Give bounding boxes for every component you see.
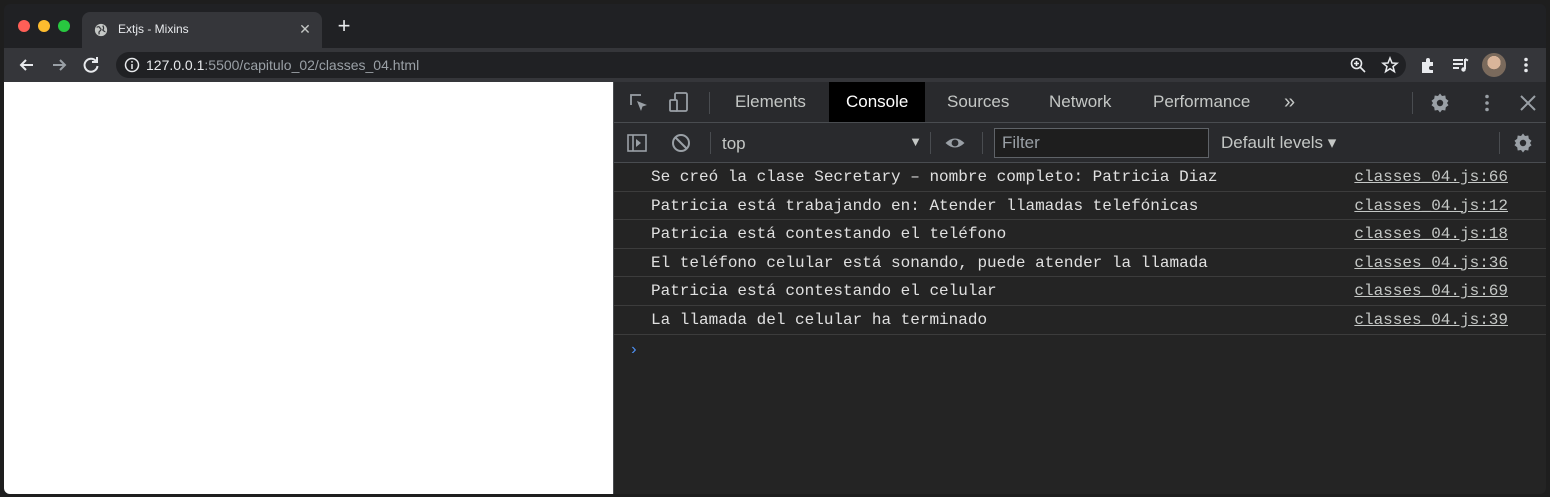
console-filter-input[interactable] [994,128,1209,158]
extensions-icon[interactable] [1418,55,1438,75]
toolbar-divider [1412,92,1413,114]
url-path: :5500/capitulo_02/classes_04.html [204,57,420,73]
clear-console-icon[interactable] [670,132,692,154]
tab-strip: Extjs - Mixins ✕ + [4,4,1546,48]
toolbar-divider [709,92,710,114]
console-message: Patricia está trabajando en: Atender lla… [614,192,1546,221]
console-message-text: Se creó la clase Secretary – nombre comp… [651,168,1218,186]
settings-gear-icon[interactable] [1429,92,1451,114]
browser-tab[interactable]: Extjs - Mixins ✕ [82,12,322,48]
console-message: El teléfono celular está sonando, puede … [614,249,1546,278]
console-message-text: El teléfono celular está sonando, puede … [651,253,1208,272]
tab-console[interactable]: Console [829,82,926,122]
tab-elements[interactable]: Elements [718,82,823,122]
more-tabs-button[interactable]: » [1284,82,1295,122]
close-devtools-icon[interactable] [1517,92,1539,114]
more-vertical-icon[interactable] [1516,55,1536,75]
zoom-icon[interactable] [1349,56,1367,74]
console-input-line[interactable]: › [614,335,1546,365]
toolbar-divider [930,132,931,154]
console-message-text: Patricia está trabajando en: Atender lla… [651,196,1199,215]
back-arrow-icon[interactable] [16,54,38,76]
inspect-element-icon[interactable] [628,92,650,114]
browser-window: Extjs - Mixins ✕ + 127.0.0.1:5500/capitu… [4,4,1546,494]
log-levels-dropdown[interactable]: Default levels ▾ [1221,123,1336,163]
window-close-button[interactable] [18,20,30,32]
profile-avatar[interactable] [1482,53,1506,77]
console-message-source-link[interactable]: classes_04.js:69 [1354,282,1508,300]
context-selector[interactable]: top ▼ [722,130,922,156]
console-message-source-link[interactable]: classes_04.js:18 [1354,225,1508,243]
customize-menu-icon[interactable] [1476,92,1498,114]
browser-toolbar: 127.0.0.1:5500/capitulo_02/classes_04.ht… [4,48,1546,82]
tab-performance[interactable]: Performance [1136,82,1267,122]
url-text: 127.0.0.1:5500/capitulo_02/classes_04.ht… [146,57,419,73]
devtools-tab-bar: Elements Console Sources Network Perform… [614,82,1546,123]
tab-close-icon[interactable]: ✕ [296,20,314,38]
console-prompt-chevron-icon: › [629,340,639,359]
console-message-text: Patricia está contestando el teléfono [651,225,1007,244]
reload-icon[interactable] [80,54,102,76]
device-toolbar-icon[interactable] [668,91,690,113]
console-message-source-link[interactable]: classes_04.js:66 [1354,168,1508,186]
devtools-panel: Elements Console Sources Network Perform… [613,82,1546,494]
console-message-text: Patricia está contestando el celular [651,282,997,301]
dropdown-arrow-icon: ▼ [909,134,922,149]
forward-arrow-icon[interactable] [48,54,70,76]
console-message-text: La llamada del celular ha terminado [651,310,988,329]
console-message: Se creó la clase Secretary – nombre comp… [614,163,1546,192]
url-host: 127.0.0.1 [146,57,205,73]
info-icon[interactable] [124,57,140,73]
console-message-source-link[interactable]: classes_04.js:39 [1354,311,1508,329]
address-bar[interactable]: 127.0.0.1:5500/capitulo_02/classes_04.ht… [116,52,1406,78]
toolbar-divider [1499,132,1500,154]
new-tab-button[interactable]: + [334,15,354,37]
console-message: Patricia está contestando el teléfono cl… [614,220,1546,249]
console-messages: Se creó la clase Secretary – nombre comp… [614,163,1546,365]
context-selector-label: top [722,134,746,153]
page-viewport[interactable] [4,82,613,494]
toolbar-divider [710,132,711,154]
console-message-source-link[interactable]: classes_04.js:36 [1354,254,1508,272]
eye-icon[interactable] [944,132,966,154]
window-maximize-button[interactable] [58,20,70,32]
window-minimize-button[interactable] [38,20,50,32]
console-message: Patricia está contestando el celular cla… [614,277,1546,306]
tab-title: Extjs - Mixins [118,22,189,36]
tab-sources[interactable]: Sources [930,82,1026,122]
toolbar-divider [982,132,983,154]
console-message-source-link[interactable]: classes_04.js:12 [1354,197,1508,215]
tab-network[interactable]: Network [1032,82,1128,122]
console-settings-gear-icon[interactable] [1512,132,1534,154]
sidebar-toggle-icon[interactable] [626,132,648,154]
media-queue-icon[interactable] [1450,55,1470,75]
star-icon[interactable] [1381,56,1399,74]
globe-icon [94,23,108,37]
console-toolbar: top ▼ Default levels ▾ [614,123,1546,163]
console-message: La llamada del celular ha terminado clas… [614,306,1546,335]
